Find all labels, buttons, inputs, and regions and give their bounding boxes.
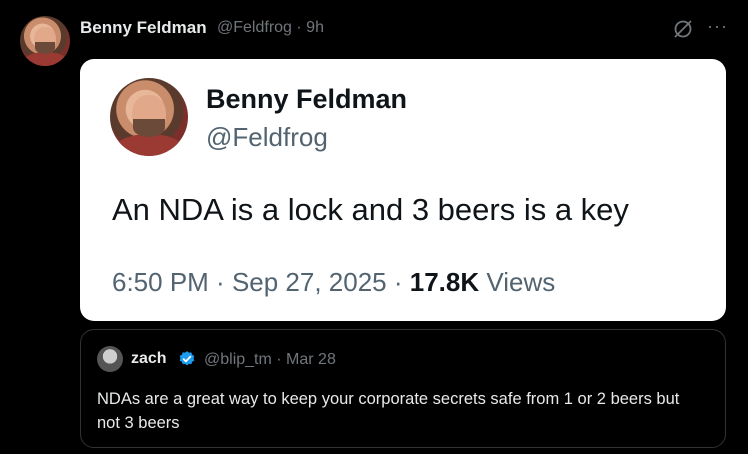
- quote-meta: @blip_tm · Mar 28: [204, 351, 336, 368]
- meta-separator: ·: [296, 19, 302, 36]
- screenshot-text: An NDA is a lock and 3 beers is a key: [112, 192, 629, 227]
- grok-icon[interactable]: [672, 18, 694, 40]
- screenshot-views-count: 17.8K: [409, 267, 480, 297]
- author-avatar[interactable]: [20, 16, 70, 66]
- author-handle[interactable]: @Feldfrog: [217, 19, 292, 36]
- post-meta: @Feldfrog · 9h: [217, 19, 324, 37]
- quote-date: Mar 28: [286, 351, 336, 368]
- author-name[interactable]: Benny Feldman: [80, 18, 207, 38]
- quote-text: NDAs are a great way to keep your corpor…: [97, 390, 680, 432]
- screenshot-views-label: Views: [486, 267, 556, 297]
- screenshot-handle: @Feldfrog: [206, 122, 328, 152]
- post-time[interactable]: 9h: [306, 19, 324, 36]
- quote-author-name: zach: [131, 350, 167, 367]
- quote-tweet[interactable]: zach @blip_tm · Mar 28 NDAs are a great …: [80, 329, 726, 448]
- more-icon[interactable]: ···: [707, 16, 728, 37]
- screenshot-avatar: [110, 78, 188, 156]
- screenshot-date: Sep 27, 2025: [231, 267, 387, 297]
- quote-handle: @blip_tm: [204, 351, 272, 368]
- quote-avatar: [97, 346, 123, 372]
- screenshot-time: 6:50 PM: [112, 267, 209, 297]
- verified-icon: [179, 351, 195, 366]
- screenshot-author-name: Benny Feldman: [206, 84, 408, 114]
- screenshot-meta: 6:50 PM · Sep 27, 2025 · 17.8K Views: [112, 267, 556, 297]
- tweet-screenshot[interactable]: Benny Feldman @Feldfrog An NDA is a lock…: [80, 59, 726, 321]
